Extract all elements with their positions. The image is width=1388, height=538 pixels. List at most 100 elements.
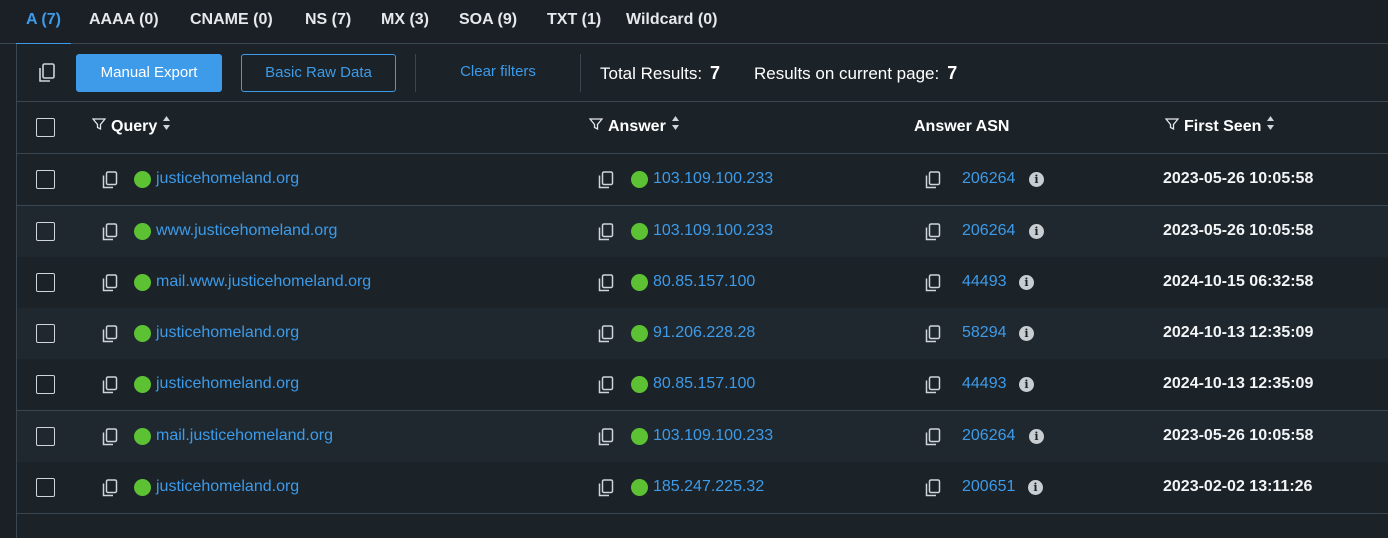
copy-icon[interactable] [925,325,941,348]
copy-icon[interactable] [598,479,614,502]
tab-a[interactable]: A (7) [16,0,71,45]
column-answer[interactable]: Answer [588,102,680,154]
answer-link[interactable]: 91.206.228.28 [653,308,755,360]
answer-link[interactable]: 80.85.157.100 [653,257,755,309]
copy-icon[interactable] [925,479,941,502]
asn-link[interactable]: 206264 [962,411,1015,463]
answer-link[interactable]: 103.109.100.233 [653,411,773,463]
answer-link[interactable]: 80.85.157.100 [653,359,755,411]
copy-icon[interactable] [925,376,941,399]
query-link[interactable]: justicehomeland.org [156,359,299,411]
answer-link[interactable]: 185.247.225.32 [653,462,764,514]
status-dot [631,223,648,240]
status-dot [134,223,151,240]
copy-icon[interactable] [102,171,118,194]
row-checkbox[interactable] [36,273,55,292]
copy-icon[interactable] [925,428,941,451]
copy-icon[interactable] [598,428,614,451]
status-dot [134,274,151,291]
copy-icon[interactable] [38,63,56,88]
table-row: justicehomeland.org 91.206.228.28 58294 … [17,308,1388,360]
asn-link[interactable]: 200651 [962,462,1015,514]
query-link[interactable]: www.justicehomeland.org [156,206,337,258]
query-link[interactable]: mail.www.justicehomeland.org [156,257,371,309]
asn-link[interactable]: 206264 [962,206,1015,258]
query-link[interactable]: justicehomeland.org [156,462,299,514]
status-dot [631,171,648,188]
column-query[interactable]: Query [91,102,171,154]
asn-link[interactable]: 44493 [962,257,1007,309]
copy-icon[interactable] [598,171,614,194]
results-on-page-value: 7 [947,63,958,83]
sort-icon[interactable] [1266,102,1275,152]
copy-icon[interactable] [598,376,614,399]
tab-txt[interactable]: TXT (1) [547,0,601,44]
total-results-value: 7 [710,63,721,83]
answer-link[interactable]: 103.109.100.233 [653,154,773,206]
copy-icon[interactable] [598,223,614,246]
copy-icon[interactable] [925,274,941,297]
row-checkbox[interactable] [36,478,55,497]
sort-icon[interactable] [162,102,171,152]
copy-icon[interactable] [102,274,118,297]
query-link[interactable]: justicehomeland.org [156,308,299,360]
info-icon[interactable]: i [1019,377,1034,392]
select-all-checkbox[interactable] [36,118,55,137]
copy-icon[interactable] [102,479,118,502]
tab-mx[interactable]: MX (3) [381,0,429,44]
asn-link[interactable]: 44493 [962,359,1007,411]
results-on-page: Results on current page: 7 [754,44,957,102]
status-dot [631,428,648,445]
info-icon[interactable]: i [1029,429,1044,444]
info-icon[interactable]: i [1019,275,1034,290]
sort-icon[interactable] [671,102,680,152]
column-answer-asn-label: Answer ASN [914,118,1010,135]
filter-icon[interactable] [588,102,604,152]
copy-icon[interactable] [598,274,614,297]
copy-icon[interactable] [102,428,118,451]
tab-wildcard[interactable]: Wildcard (0) [626,0,717,44]
tab-aaaa[interactable]: AAAA (0) [89,0,159,44]
basic-raw-data-button[interactable]: Basic Raw Data [241,54,396,92]
tab-cname[interactable]: CNAME (0) [190,0,273,44]
status-dot [134,325,151,342]
column-first-seen[interactable]: First Seen [1164,102,1275,154]
row-checkbox[interactable] [36,170,55,189]
table-row: justicehomeland.org 103.109.100.233 2062… [17,154,1388,206]
table-row: justicehomeland.org 80.85.157.100 44493 … [17,359,1388,411]
query-link[interactable]: justicehomeland.org [156,154,299,206]
manual-export-button[interactable]: Manual Export [76,54,222,92]
results-panel: Manual Export Basic Raw Data Clear filte… [16,44,1388,538]
asn-link[interactable]: 58294 [962,308,1007,360]
query-link[interactable]: mail.justicehomeland.org [156,411,333,463]
tab-soa[interactable]: SOA (9) [459,0,517,44]
status-dot [134,376,151,393]
first-seen-date: 2023-05-26 10:05:58 [1163,427,1314,444]
copy-icon[interactable] [925,171,941,194]
tab-ns[interactable]: NS (7) [305,0,351,44]
column-query-label: Query [111,118,158,136]
copy-icon[interactable] [925,223,941,246]
info-icon[interactable]: i [1029,224,1044,239]
first-seen-date: 2024-10-15 06:32:58 [1163,273,1314,290]
total-results-label: Total Results: [600,64,703,83]
info-icon[interactable]: i [1019,326,1034,341]
row-checkbox[interactable] [36,222,55,241]
status-dot [631,325,648,342]
clear-filters-button[interactable]: Clear filters [447,54,549,92]
answer-link[interactable]: 103.109.100.233 [653,206,773,258]
toolbar-divider [415,54,416,92]
copy-icon[interactable] [102,376,118,399]
filter-icon[interactable] [1164,102,1180,152]
copy-icon[interactable] [102,223,118,246]
info-icon[interactable]: i [1029,172,1044,187]
info-icon[interactable]: i [1028,480,1043,495]
copy-icon[interactable] [598,325,614,348]
row-checkbox[interactable] [36,375,55,394]
row-checkbox[interactable] [36,324,55,343]
filter-icon[interactable] [91,102,107,152]
row-checkbox[interactable] [36,427,55,446]
asn-link[interactable]: 206264 [962,154,1015,206]
copy-icon[interactable] [102,325,118,348]
results-toolbar: Manual Export Basic Raw Data Clear filte… [17,44,1388,102]
